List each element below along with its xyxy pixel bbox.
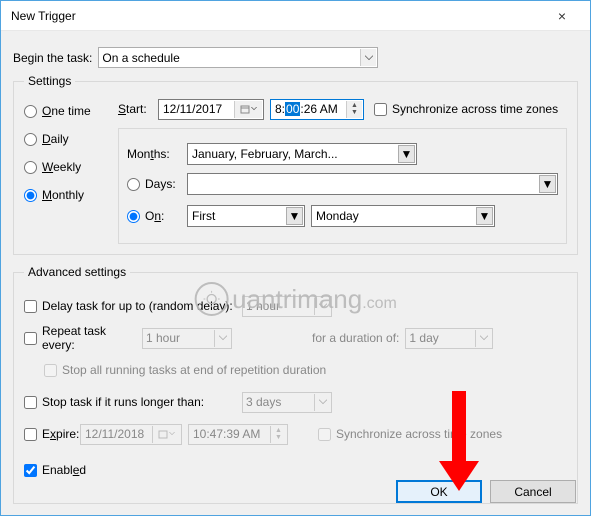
duration-combo: 1 day bbox=[405, 328, 493, 349]
calendar-icon bbox=[234, 101, 262, 118]
expire-sync-check: Synchronize across time zones bbox=[318, 425, 502, 443]
stop-long-combo: 3 days bbox=[242, 392, 332, 413]
chevron-down-icon bbox=[475, 330, 491, 347]
radio-monthly[interactable]: Monthly bbox=[24, 186, 110, 204]
chevron-down-icon: ▼ bbox=[286, 207, 303, 225]
close-icon[interactable]: × bbox=[542, 8, 582, 24]
spinner-buttons-icon: ▲▼ bbox=[270, 426, 286, 443]
on-day-value: Monday bbox=[316, 209, 359, 223]
cancel-button[interactable]: Cancel bbox=[490, 480, 576, 503]
monthly-panel: Months: January, February, March... ▼ Da… bbox=[118, 128, 567, 244]
start-label: Start: bbox=[118, 102, 152, 116]
begin-task-combo[interactable]: On a schedule bbox=[98, 47, 378, 68]
months-label: Months: bbox=[127, 147, 187, 161]
radio-on[interactable]: On: bbox=[127, 207, 187, 225]
dialog-body: Begin the task: On a schedule Settings O… bbox=[1, 31, 590, 515]
ok-button[interactable]: OK bbox=[396, 480, 482, 503]
titlebar: New Trigger × bbox=[1, 1, 590, 31]
sync-tz-check[interactable]: Synchronize across time zones bbox=[374, 100, 558, 118]
start-time-spinner[interactable]: 8:00:26 AM ▲▼ bbox=[270, 99, 364, 120]
window-title: New Trigger bbox=[11, 9, 542, 23]
duration-label: for a duration of: bbox=[312, 331, 399, 345]
chevron-down-icon bbox=[314, 298, 330, 315]
start-date-picker[interactable]: 12/11/2017 bbox=[158, 99, 264, 120]
advanced-legend: Advanced settings bbox=[24, 265, 130, 279]
on-ordinal-combo[interactable]: First ▼ bbox=[187, 205, 305, 227]
settings-legend: Settings bbox=[24, 74, 75, 88]
days-combo[interactable]: ▼ bbox=[187, 173, 558, 195]
enabled-check[interactable]: Enabled bbox=[24, 461, 86, 479]
chevron-down-icon bbox=[214, 330, 230, 347]
chevron-down-icon: ▼ bbox=[398, 145, 415, 163]
radio-weekly[interactable]: Weekly bbox=[24, 158, 110, 176]
repeat-check[interactable]: Repeat task every: bbox=[24, 329, 142, 347]
expire-time-spinner: 10:47:39 AM ▲▼ bbox=[188, 424, 288, 445]
spinner-buttons-icon[interactable]: ▲▼ bbox=[346, 101, 362, 118]
stop-repeat-check: Stop all running tasks at end of repetit… bbox=[44, 361, 326, 379]
radio-days[interactable]: Days: bbox=[127, 175, 187, 193]
chevron-down-icon: ▼ bbox=[476, 207, 493, 225]
frequency-radios: One time Daily Weekly Monthly bbox=[24, 96, 110, 244]
start-time-selected: 00 bbox=[285, 102, 300, 116]
on-ordinal-value: First bbox=[192, 209, 215, 223]
stop-long-check[interactable]: Stop task if it runs longer than: bbox=[24, 393, 242, 411]
radio-daily[interactable]: Daily bbox=[24, 130, 110, 148]
radio-onetime[interactable]: One time bbox=[24, 102, 110, 120]
begin-label: Begin the task: bbox=[13, 51, 92, 65]
dialog-buttons: OK Cancel bbox=[396, 480, 576, 503]
begin-task-value: On a schedule bbox=[102, 51, 179, 65]
settings-group: Settings One time Daily Weekly Monthly S… bbox=[13, 74, 578, 255]
start-time-pre: 8: bbox=[275, 102, 285, 116]
expire-check[interactable]: Expire: bbox=[24, 425, 80, 443]
repeat-combo: 1 hour bbox=[142, 328, 232, 349]
delay-combo: 1 hour bbox=[242, 296, 332, 317]
advanced-group: Advanced settings Delay task for up to (… bbox=[13, 265, 578, 504]
chevron-down-icon bbox=[314, 394, 330, 411]
chevron-down-icon: ▼ bbox=[539, 175, 556, 193]
calendar-icon bbox=[152, 426, 180, 443]
months-value: January, February, March... bbox=[192, 147, 338, 161]
months-combo[interactable]: January, February, March... ▼ bbox=[187, 143, 417, 165]
expire-date-picker: 12/11/2018 bbox=[80, 424, 182, 445]
start-time-post: :26 AM bbox=[300, 102, 337, 116]
chevron-down-icon bbox=[360, 49, 376, 66]
start-date-value: 12/11/2017 bbox=[163, 102, 222, 116]
delay-check[interactable]: Delay task for up to (random delay): bbox=[24, 297, 242, 315]
on-day-combo[interactable]: Monday ▼ bbox=[311, 205, 495, 227]
